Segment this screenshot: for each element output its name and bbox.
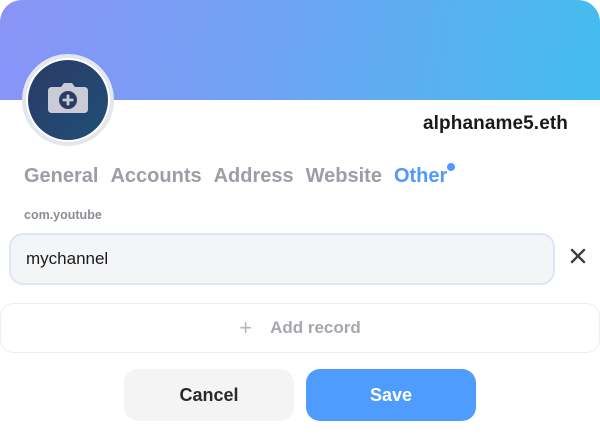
profile-name: alphaname5.eth [422, 113, 568, 134]
avatar-upload-button[interactable] [28, 60, 108, 140]
record-value-input[interactable] [9, 233, 555, 285]
edit-profile-card: alphaname5.eth General Accounts Address … [0, 0, 600, 436]
plus-icon: + [239, 315, 253, 340]
save-button[interactable]: Save [306, 369, 476, 421]
cancel-button[interactable]: Cancel [124, 369, 294, 421]
avatar-frame [22, 54, 114, 146]
tab-accounts[interactable]: Accounts [110, 165, 201, 188]
camera-plus-icon [48, 82, 88, 118]
add-record-button[interactable]: + Add record [0, 303, 600, 353]
tab-indicator-dot [447, 163, 456, 171]
tab-other-label: Other [393, 165, 448, 187]
tab-general[interactable]: General [24, 165, 98, 188]
tab-address[interactable]: Address [214, 165, 294, 188]
tab-other[interactable]: Other [393, 163, 456, 188]
record-key-label: com.youtube [24, 208, 102, 222]
add-record-label: Add record [270, 318, 361, 337]
close-icon [570, 248, 586, 269]
clear-record-button[interactable] [567, 247, 589, 269]
tab-website[interactable]: Website [306, 165, 382, 188]
record-tabs: General Accounts Address Website Other [24, 163, 456, 188]
